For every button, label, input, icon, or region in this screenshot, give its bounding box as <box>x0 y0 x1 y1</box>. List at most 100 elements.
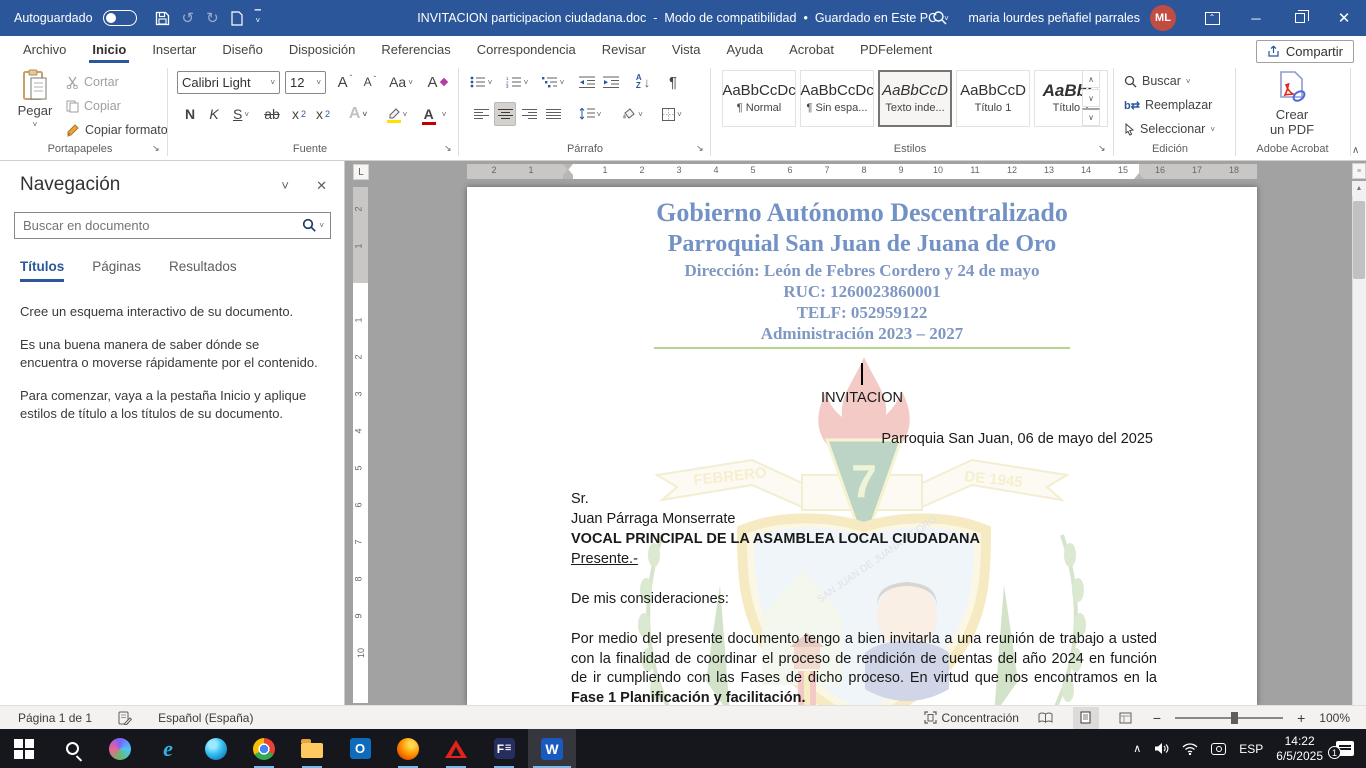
read-mode-button[interactable] <box>1033 707 1059 729</box>
notification-center-icon[interactable]: 1 <box>1336 741 1354 756</box>
styles-scroll-up[interactable]: ∧ <box>1082 70 1100 88</box>
nav-pane-options-icon[interactable]: ˅ <box>281 178 289 193</box>
ribbon-display-options-button[interactable]: ⌃ <box>1190 0 1234 36</box>
ruler-toggle-button[interactable]: ≡ <box>1352 163 1366 179</box>
strikethrough-button[interactable]: ab <box>260 102 284 126</box>
taskbar-edge-button[interactable] <box>192 729 240 768</box>
page-indicator[interactable]: Página 1 de 1 <box>18 711 92 725</box>
tab-archivo[interactable]: Archivo <box>10 36 79 63</box>
taskbar-firefox-button[interactable] <box>384 729 432 768</box>
undo-icon[interactable]: ↺ <box>182 9 195 27</box>
increase-indent-button[interactable] <box>600 70 622 94</box>
zoom-out-button[interactable]: − <box>1153 710 1161 726</box>
styles-scroll-down[interactable]: ∨ <box>1082 89 1100 107</box>
taskbar-search-button[interactable] <box>48 729 96 768</box>
taskbar-outlook-button[interactable]: O <box>336 729 384 768</box>
superscript-button[interactable]: x2 <box>312 102 334 126</box>
saved-status[interactable]: Guardado en Este PC <box>815 11 937 25</box>
minimize-button[interactable]: ─ <box>1234 0 1278 36</box>
nav-tab-titulos[interactable]: Títulos <box>20 259 64 274</box>
styles-gallery-expand[interactable]: ∨ <box>1082 108 1100 126</box>
decrease-indent-button[interactable] <box>576 70 598 94</box>
language-indicator[interactable]: Español (España) <box>158 711 253 725</box>
grow-font-button[interactable]: Aˆ <box>333 70 357 94</box>
replace-button[interactable]: b⇄ Reemplazar <box>1124 94 1212 116</box>
line-spacing-button[interactable]: ˅ <box>574 102 606 126</box>
tab-pdfelement[interactable]: PDFelement <box>847 36 945 63</box>
redo-icon[interactable]: ↻ <box>206 9 219 27</box>
volume-icon[interactable] <box>1154 742 1169 755</box>
taskbar-internet-explorer-button[interactable]: e <box>144 729 192 768</box>
multilevel-list-button[interactable]: ˅ <box>538 70 568 94</box>
change-case-button[interactable]: Aa˅ <box>386 70 416 94</box>
nav-pane-close-icon[interactable]: ✕ <box>316 178 327 194</box>
style-texto-independiente[interactable]: AaBbCcDTexto inde... <box>878 70 952 127</box>
document-page[interactable]: FEBRERO DE 1945 7 SAN JUAN DE JUANA DE O… <box>467 187 1257 705</box>
collapse-ribbon-button[interactable]: ∧ <box>1352 145 1359 156</box>
styles-dialog-launcher[interactable]: ↘ <box>1098 143 1106 154</box>
nav-search-dropdown-icon[interactable]: ˅ <box>319 221 324 230</box>
user-name[interactable]: maria lourdes peñafiel parrales <box>968 11 1140 25</box>
close-button[interactable]: ✕ <box>1322 0 1366 36</box>
taskbar-pdfelement-button[interactable]: F☰ <box>480 729 528 768</box>
select-button[interactable]: Seleccionar˅ <box>1124 118 1215 140</box>
tab-selector[interactable]: L <box>353 164 369 180</box>
horizontal-ruler[interactable]: 2 1 1 2 3 4 5 6 7 8 9 10 11 12 13 14 15 … <box>467 164 1257 179</box>
tab-insertar[interactable]: Insertar <box>139 36 209 63</box>
meet-now-icon[interactable] <box>1211 743 1226 755</box>
numbering-button[interactable]: 123˅ <box>502 70 532 94</box>
align-left-button[interactable] <box>470 102 492 126</box>
customize-qat-icon[interactable]: ▔˅ <box>255 12 261 24</box>
clipboard-dialog-launcher[interactable]: ↘ <box>152 143 160 154</box>
style-normal[interactable]: AaBbCcDc¶ Normal <box>722 70 796 127</box>
save-icon[interactable] <box>155 11 170 26</box>
font-size-select[interactable]: 12˅ <box>285 71 326 94</box>
style-titulo-1[interactable]: AaBbCcDTítulo 1 <box>956 70 1030 127</box>
document-content[interactable]: Gobierno Autónomo Descentralizado Parroq… <box>467 187 1257 705</box>
proofing-icon[interactable] <box>118 711 132 725</box>
cut-button[interactable]: Cortar <box>66 71 119 93</box>
create-pdf-button[interactable]: Crearun PDF <box>1252 71 1332 137</box>
paragraph-dialog-launcher[interactable]: ↘ <box>696 143 704 154</box>
text-effects-button[interactable]: A˅ <box>344 102 372 126</box>
underline-button[interactable]: S˅ <box>228 102 254 126</box>
nav-search-icon[interactable] <box>302 218 317 233</box>
web-layout-button[interactable] <box>1113 707 1139 729</box>
show-marks-button[interactable]: ¶ <box>662 70 684 94</box>
justify-button[interactable] <box>542 102 564 126</box>
bold-button[interactable]: N <box>180 102 200 126</box>
tab-diseno[interactable]: Diseño <box>209 36 275 63</box>
taskbar-chrome-button[interactable] <box>240 729 288 768</box>
highlight-button[interactable]: ˅ <box>382 102 412 126</box>
tray-show-hidden-icons[interactable]: ∧ <box>1133 742 1141 755</box>
left-indent-marker[interactable] <box>563 175 573 179</box>
tab-revisar[interactable]: Revisar <box>589 36 659 63</box>
print-layout-button[interactable] <box>1073 707 1099 729</box>
font-dialog-launcher[interactable]: ↘ <box>444 143 452 154</box>
nav-tab-paginas[interactable]: Páginas <box>92 259 141 274</box>
tray-clock[interactable]: 14:226/5/2025 <box>1276 734 1323 764</box>
format-painter-button[interactable]: Copiar formato <box>66 119 168 141</box>
wifi-icon[interactable] <box>1182 743 1198 755</box>
taskb ar-file-explorer-button[interactable] <box>288 729 336 768</box>
align-center-button[interactable] <box>494 102 516 126</box>
focus-mode-button[interactable]: Concentración <box>924 711 1019 725</box>
restore-button[interactable] <box>1278 0 1322 36</box>
taskbar-acrobat-button[interactable] <box>432 729 480 768</box>
zoom-slider-thumb[interactable] <box>1231 712 1238 724</box>
share-button[interactable]: Compartir <box>1256 40 1354 63</box>
tab-ayuda[interactable]: Ayuda <box>713 36 776 63</box>
zoom-slider[interactable] <box>1175 717 1283 719</box>
font-family-select[interactable]: Calibri Light˅ <box>177 71 280 94</box>
align-right-button[interactable] <box>518 102 540 126</box>
bullets-button[interactable]: ˅ <box>466 70 496 94</box>
nav-search-input[interactable] <box>15 218 302 233</box>
copy-button[interactable]: Copiar <box>66 95 121 117</box>
taskbar-start-button[interactable] <box>0 729 48 768</box>
italic-button[interactable]: K <box>204 102 224 126</box>
scrollbar-thumb[interactable] <box>1353 201 1365 279</box>
tray-language[interactable]: ESP <box>1239 742 1263 756</box>
paste-button[interactable]: Pegar˅ <box>8 69 62 129</box>
borders-button[interactable]: ˅ <box>656 102 688 126</box>
tab-correspondencia[interactable]: Correspondencia <box>464 36 589 63</box>
